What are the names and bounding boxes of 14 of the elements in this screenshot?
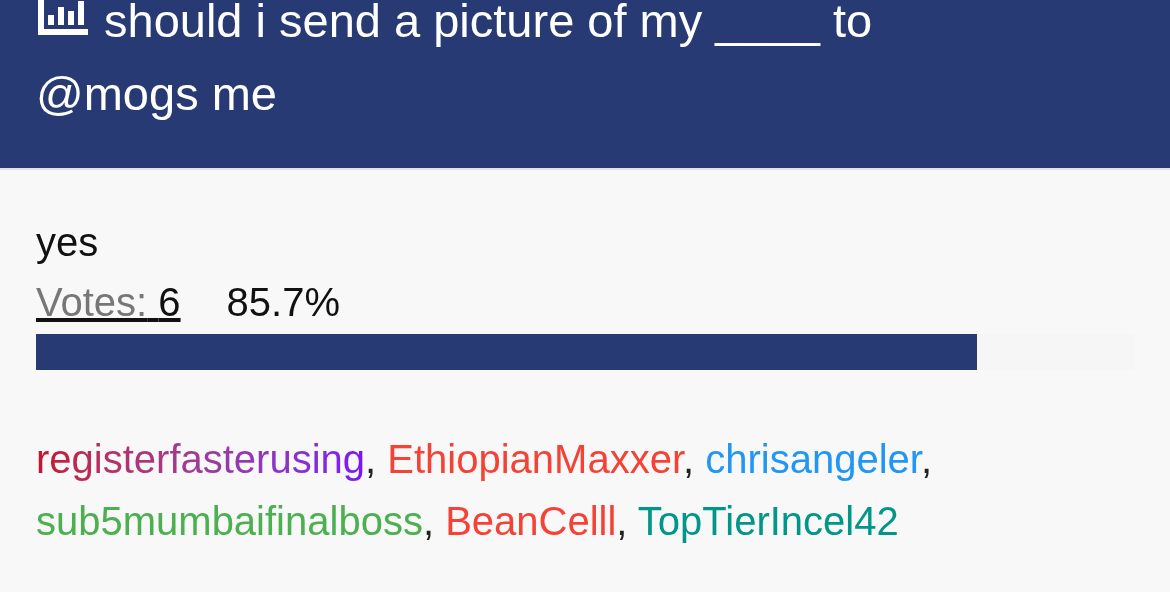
voter-name[interactable]: TopTierIncel42 — [637, 499, 899, 543]
comma-separator: , — [365, 437, 377, 481]
vote-percentage: 85.7% — [226, 279, 340, 326]
comma-separator: , — [683, 437, 695, 481]
poll-title: should i send a picture of my ____ to @mogs me — [36, 0, 874, 122]
bar-chart-icon — [36, 0, 90, 37]
votes-link[interactable]: Votes: 6 — [36, 270, 181, 334]
comma-separator: , — [422, 499, 434, 543]
voter-name[interactable]: EthiopianMaxxer — [387, 437, 684, 481]
option-label: yes — [36, 219, 100, 266]
voter-name[interactable]: chrisangeler — [705, 437, 921, 481]
voter-name[interactable]: sub5mumbaifinalboss — [36, 499, 423, 543]
voter-name[interactable]: BeanCelll — [445, 499, 617, 543]
comma-separator: , — [616, 499, 628, 543]
